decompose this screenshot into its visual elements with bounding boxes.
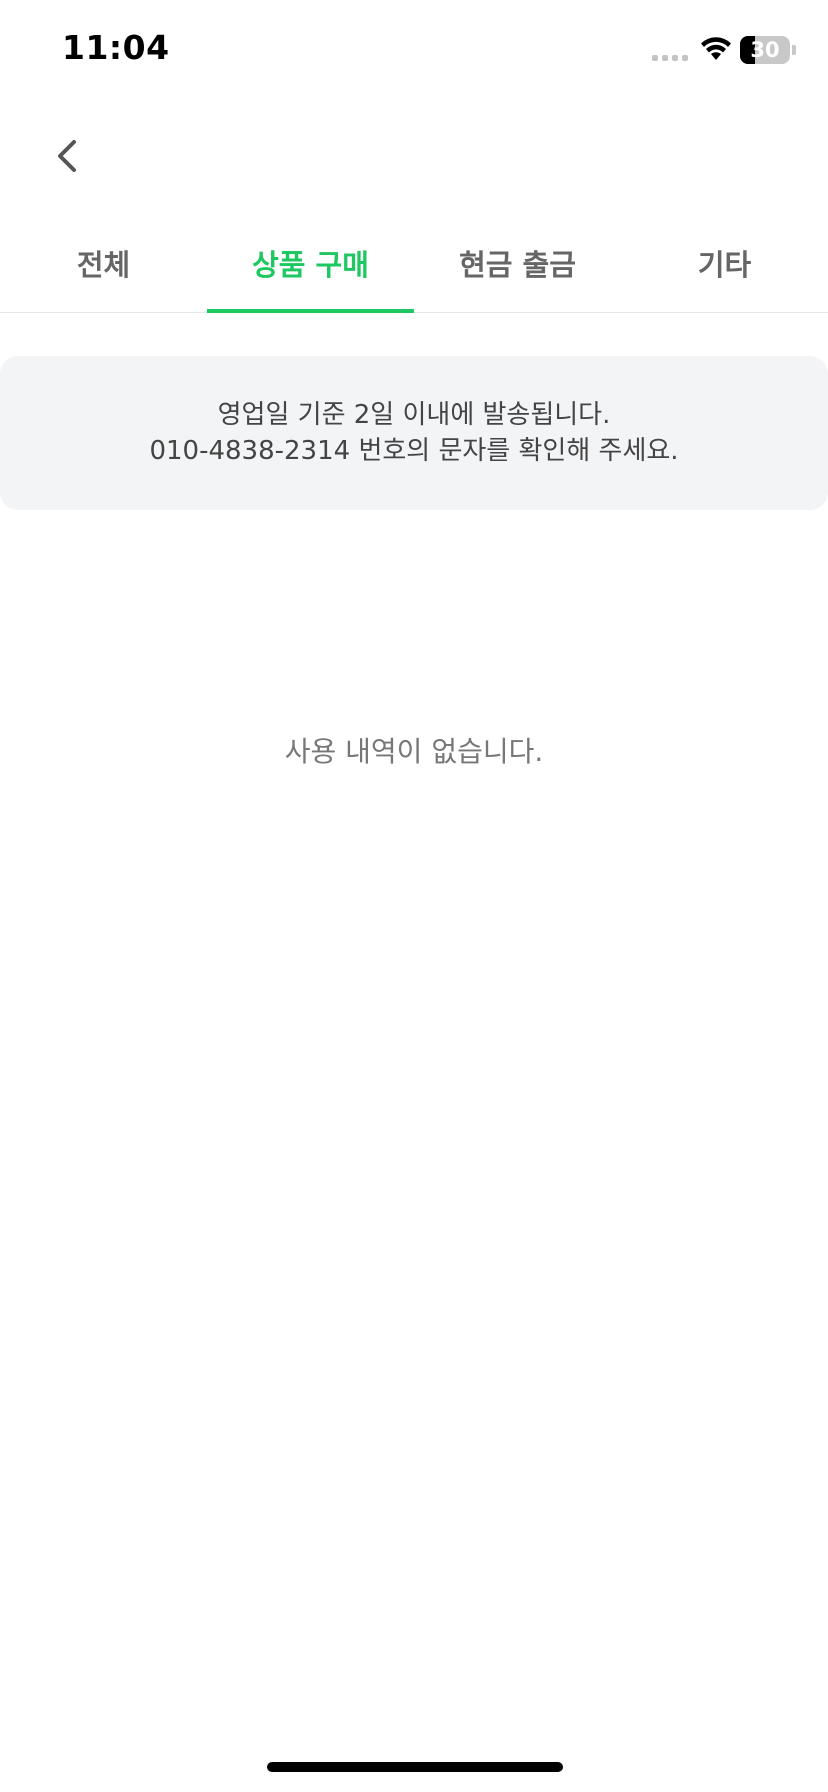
home-indicator — [267, 1762, 563, 1772]
tab-label: 전체 — [76, 248, 131, 282]
notice-line-2: 010-4838-2314 번호의 문자를 확인해 주세요. — [149, 436, 679, 466]
tab-etc[interactable]: 기타 — [621, 220, 828, 312]
tab-label: 상품 구매 — [252, 248, 369, 282]
status-time: 11:04 — [62, 28, 170, 67]
empty-state-message: 사용 내역이 없습니다. — [284, 735, 544, 768]
tab-label: 현금 출금 — [459, 248, 576, 282]
tab-all[interactable]: 전체 — [0, 220, 207, 312]
battery-level: 30 — [750, 38, 780, 62]
battery-icon: 30 — [740, 36, 796, 64]
status-bar: 11:04 30 — [0, 0, 828, 100]
tab-bar: 전체 상품 구매 현금 출금 기타 — [0, 220, 828, 313]
notice-box: 영업일 기준 2일 이내에 발송됩니다. 010-4838-2314 번호의 문… — [0, 356, 828, 510]
tab-product-purchase[interactable]: 상품 구매 — [207, 220, 414, 313]
signal-icon — [652, 55, 688, 61]
chevron-left-icon — [58, 140, 76, 172]
wifi-icon — [701, 37, 731, 60]
tab-label: 기타 — [697, 248, 752, 282]
back-button[interactable] — [40, 120, 96, 192]
tab-cash-withdrawal[interactable]: 현금 출금 — [414, 220, 621, 312]
active-tab-indicator — [207, 309, 414, 313]
notice-line-1: 영업일 기준 2일 이내에 발송됩니다. — [217, 400, 611, 430]
